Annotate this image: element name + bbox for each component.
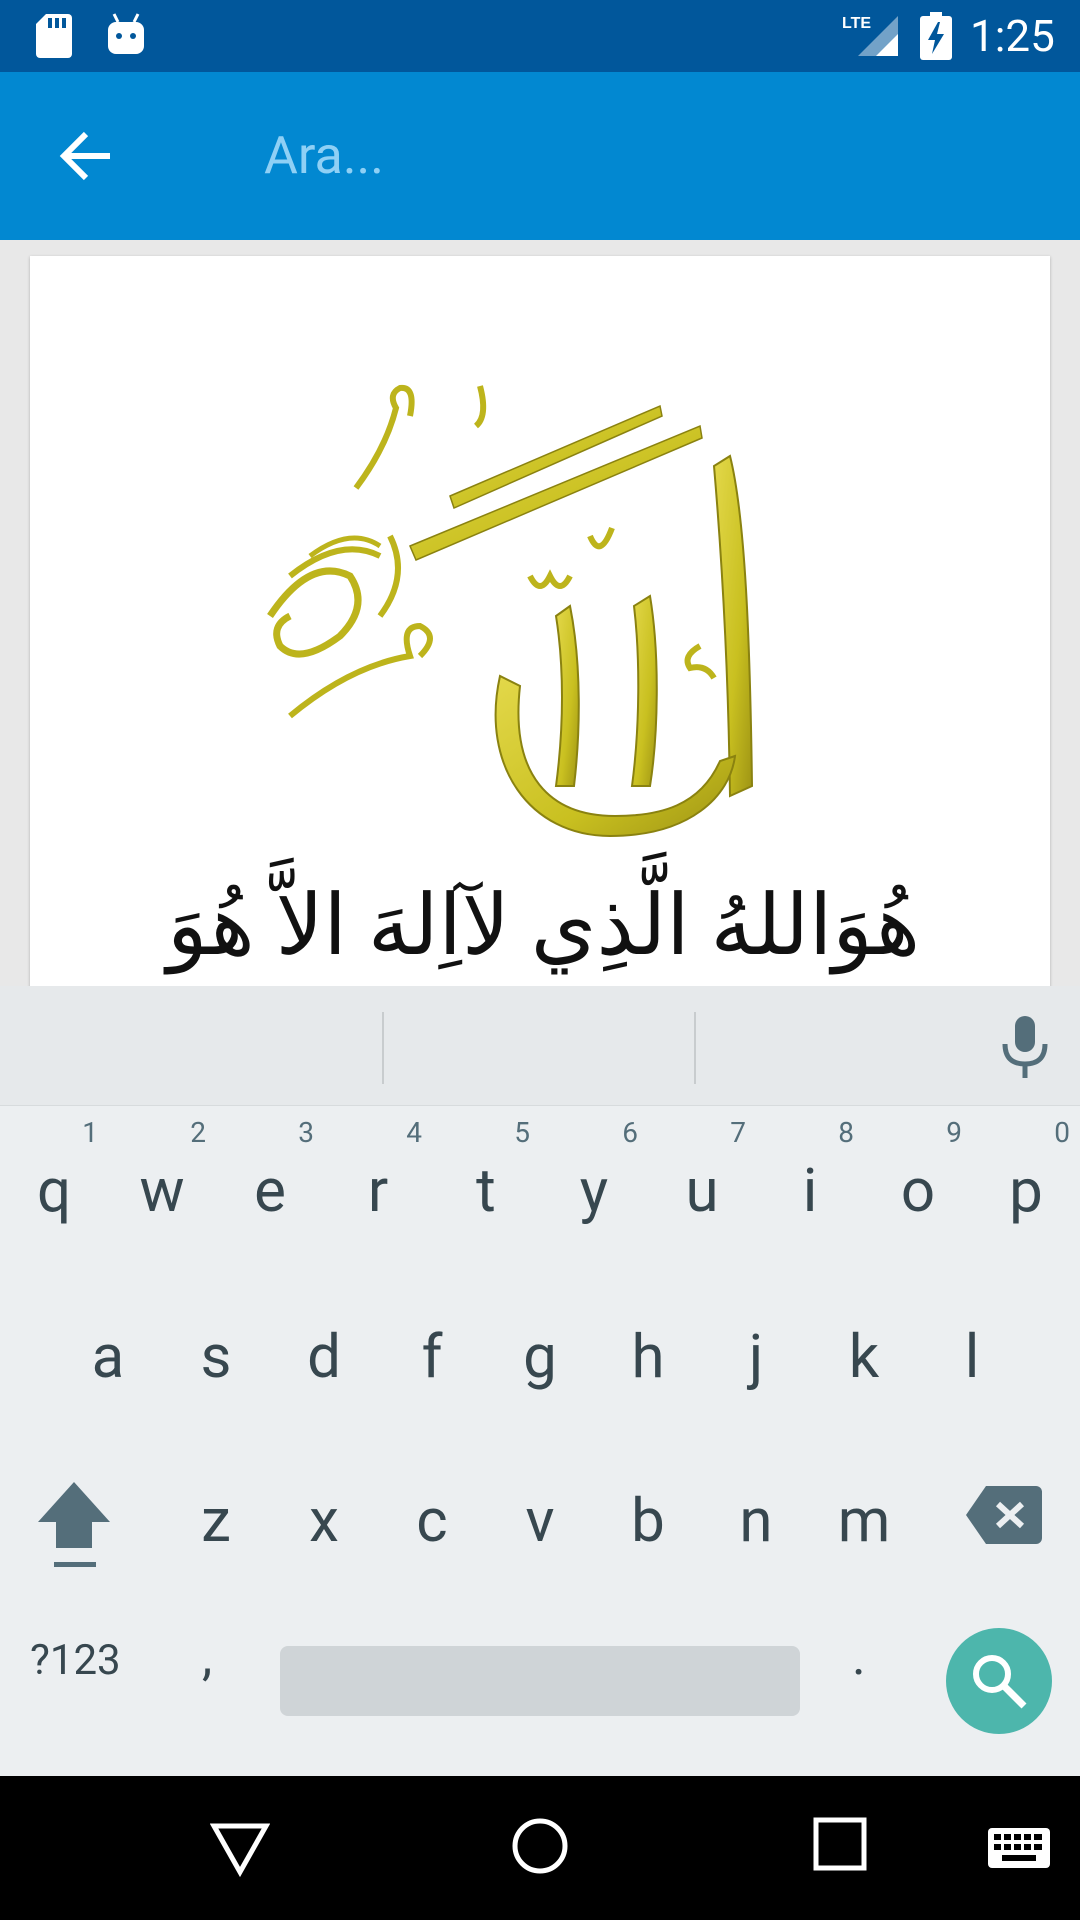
key-label: h xyxy=(631,1321,665,1392)
key-label: a xyxy=(91,1321,125,1392)
key-number-hint: 6 xyxy=(622,1116,638,1149)
key-number-hint: 8 xyxy=(838,1116,854,1149)
sd-card-icon xyxy=(36,14,72,58)
key-d[interactable]: d xyxy=(270,1282,378,1432)
backspace-key[interactable] xyxy=(966,1486,1042,1544)
app-bar: Ara... xyxy=(0,72,1080,240)
key-r[interactable]: 4r xyxy=(324,1116,432,1266)
key-label: u xyxy=(685,1155,719,1226)
key-f[interactable]: f xyxy=(378,1282,486,1432)
battery-charging-icon xyxy=(920,12,952,60)
space-key[interactable] xyxy=(280,1646,800,1716)
home-circle-icon[interactable] xyxy=(510,1816,570,1876)
key-label: l xyxy=(964,1321,980,1392)
key-u[interactable]: 7u xyxy=(648,1116,756,1266)
key-label: p xyxy=(1009,1155,1043,1226)
key-l[interactable]: l xyxy=(918,1282,1026,1432)
key-label: f xyxy=(421,1321,443,1392)
system-nav-bar xyxy=(0,1776,1080,1920)
key-b[interactable]: b xyxy=(594,1446,702,1596)
key-label: z xyxy=(201,1485,231,1556)
key-number-hint: 0 xyxy=(1054,1116,1070,1149)
key-w[interactable]: 2w xyxy=(108,1116,216,1266)
key-a[interactable]: a xyxy=(54,1282,162,1432)
key-number-hint: 3 xyxy=(298,1116,314,1149)
key-label: k xyxy=(848,1321,880,1392)
recents-square-icon[interactable] xyxy=(812,1816,868,1872)
arabic-verse-text: هُوَاللهُ الَّذِي لآاِلهَ الاَّ هُوَ xyxy=(166,880,920,973)
key-k[interactable]: k xyxy=(810,1282,918,1432)
key-label: g xyxy=(523,1321,557,1392)
key-z[interactable]: z xyxy=(162,1446,270,1596)
svg-text:LTE: LTE xyxy=(842,15,871,32)
key-m[interactable]: m xyxy=(810,1446,918,1596)
key-label: i xyxy=(802,1155,818,1226)
key-v[interactable]: v xyxy=(486,1446,594,1596)
key-label: q xyxy=(36,1155,72,1226)
suggestion-divider xyxy=(694,1012,696,1084)
key-n[interactable]: n xyxy=(702,1446,810,1596)
key-number-hint: 9 xyxy=(946,1116,962,1149)
keyboard-switch-icon[interactable] xyxy=(988,1828,1050,1868)
key-c[interactable]: c xyxy=(378,1446,486,1596)
key-label: w xyxy=(139,1155,185,1226)
android-debug-icon xyxy=(108,13,144,54)
image-card[interactable]: هُوَاللهُ الَّذِي لآاِلهَ الاَّ هُوَ xyxy=(30,256,1050,986)
key-label: t xyxy=(476,1155,496,1226)
lte-signal-icon: LTE xyxy=(842,15,898,56)
key-label: v xyxy=(525,1485,555,1556)
key-number-hint: 7 xyxy=(730,1116,746,1149)
key-p[interactable]: 0p xyxy=(972,1116,1080,1266)
shift-key[interactable] xyxy=(34,1474,114,1574)
key-o[interactable]: 9o xyxy=(864,1116,972,1266)
search-query-text[interactable]: Ara... xyxy=(264,122,384,190)
key-e[interactable]: 3e xyxy=(216,1116,324,1266)
key-label: e xyxy=(254,1155,286,1226)
key-label: c xyxy=(416,1485,448,1556)
period-key[interactable]: . xyxy=(852,1626,866,1687)
comma-key[interactable]: , xyxy=(202,1626,212,1687)
key-label: b xyxy=(631,1485,665,1556)
search-action-key[interactable] xyxy=(946,1628,1052,1734)
key-x[interactable]: x xyxy=(270,1446,378,1596)
key-label: s xyxy=(200,1321,232,1392)
search-icon xyxy=(973,1655,1027,1709)
key-number-hint: 5 xyxy=(514,1116,530,1149)
key-label: j xyxy=(748,1321,764,1392)
key-label: n xyxy=(739,1485,773,1556)
key-t[interactable]: 5t xyxy=(432,1116,540,1266)
back-triangle-icon[interactable] xyxy=(210,1818,270,1878)
suggestion-divider xyxy=(382,1012,384,1084)
allah-calligraphy-image xyxy=(267,384,754,838)
key-q[interactable]: 1q xyxy=(0,1116,108,1266)
key-label: o xyxy=(900,1155,936,1226)
key-label: m xyxy=(837,1485,891,1556)
key-label: x xyxy=(309,1485,339,1556)
key-number-hint: 4 xyxy=(406,1116,422,1149)
key-label: y xyxy=(579,1155,609,1226)
key-i[interactable]: 8i xyxy=(756,1116,864,1266)
soft-keyboard: ?123 , . 1q2w3e4r5t6y7u8i9o0pasdfghjklzx… xyxy=(0,986,1080,1776)
symbols-key[interactable]: ?123 xyxy=(30,1636,121,1685)
microphone-icon[interactable] xyxy=(998,1016,1052,1080)
suggestion-strip xyxy=(0,986,1080,1106)
key-label: d xyxy=(307,1321,341,1392)
key-j[interactable]: j xyxy=(702,1282,810,1432)
key-number-hint: 1 xyxy=(82,1116,98,1149)
arrow-back-icon[interactable] xyxy=(56,126,116,186)
key-s[interactable]: s xyxy=(162,1282,270,1432)
content-area: هُوَاللهُ الَّذِي لآاِلهَ الاَّ هُوَ xyxy=(0,240,1080,986)
key-h[interactable]: h xyxy=(594,1282,702,1432)
key-label: r xyxy=(367,1155,389,1226)
key-number-hint: 2 xyxy=(190,1116,206,1149)
clock: 1:25 xyxy=(970,10,1055,62)
key-y[interactable]: 6y xyxy=(540,1116,648,1266)
status-bar: LTE 1:25 xyxy=(0,0,1080,72)
key-g[interactable]: g xyxy=(486,1282,594,1432)
